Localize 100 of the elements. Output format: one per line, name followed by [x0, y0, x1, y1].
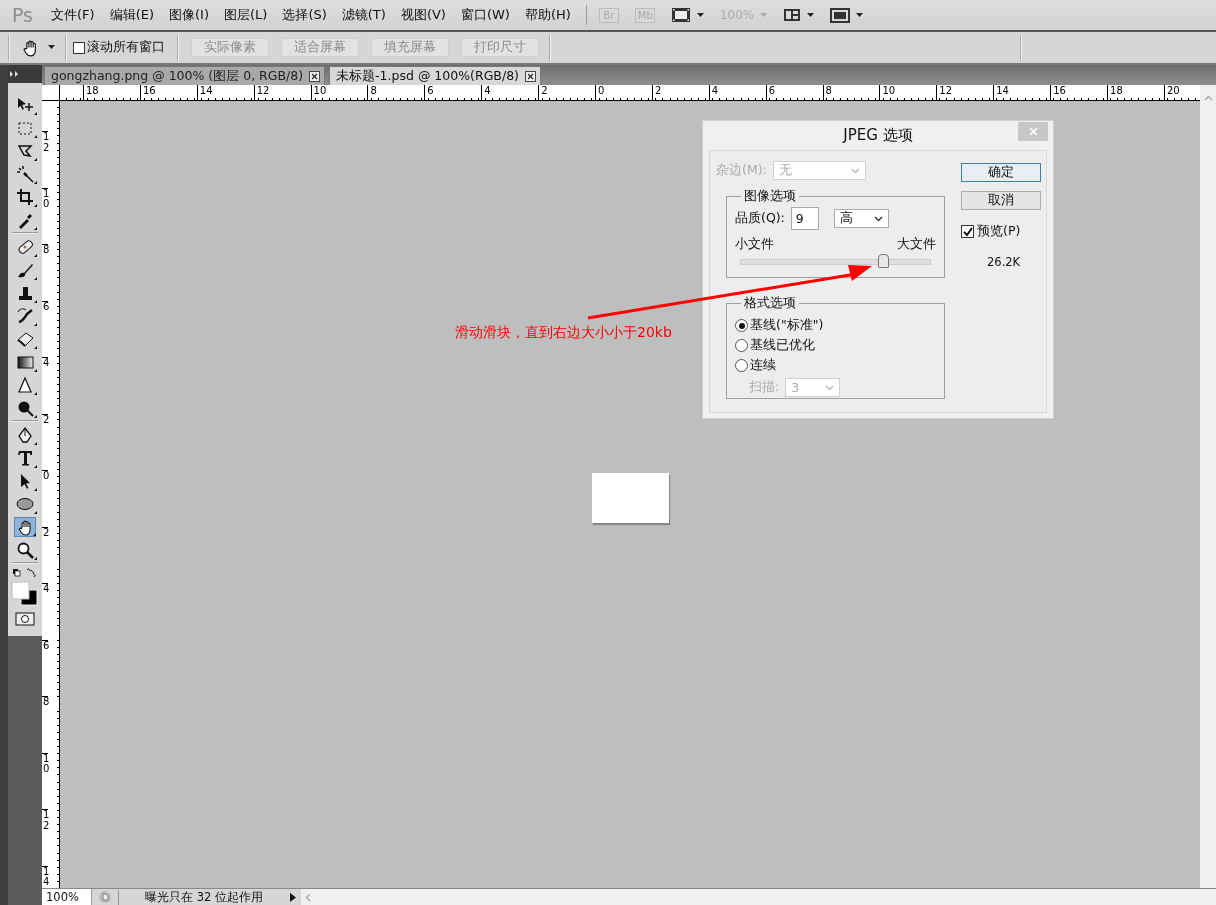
- vertical-scrollbar[interactable]: [1200, 101, 1216, 888]
- caret-icon[interactable]: [807, 12, 815, 18]
- ruler-label: 18: [1107, 85, 1164, 100]
- slider-min-label: 小文件: [735, 236, 774, 253]
- menu-item[interactable]: 帮助(H): [518, 4, 577, 26]
- field-label: 杂边(M):: [716, 162, 767, 179]
- radio-label: 连续: [750, 357, 776, 374]
- ruler-label: 18: [83, 85, 140, 100]
- check-icon: [962, 226, 973, 237]
- ruler-label: 6: [42, 300, 49, 357]
- wand-tool-icon: [16, 164, 34, 183]
- ruler-label: 4: [481, 85, 539, 100]
- file-size-text: 26.2K: [987, 255, 1022, 269]
- ruler-label: 8: [822, 85, 880, 100]
- dialog-button[interactable]: 取消: [961, 191, 1041, 210]
- ruler-label: 4: [708, 85, 766, 100]
- slider-max-label: 大文件: [897, 236, 936, 253]
- menu-item[interactable]: 窗口(W): [454, 4, 516, 26]
- ruler-label: 16: [139, 85, 197, 100]
- layout-icon[interactable]: [783, 8, 802, 22]
- ruler-label: 2: [42, 413, 49, 470]
- group-title: 格式选项: [741, 295, 799, 312]
- ruler-label: 6: [42, 639, 49, 696]
- checkbox[interactable]: [73, 41, 85, 54]
- chevron-icon: [873, 215, 883, 222]
- close-icon[interactable]: [309, 70, 321, 82]
- annotation-text: 滑动滑块，直到右边大小小于20kb: [455, 324, 672, 342]
- radio-label: 基线("标准"): [750, 317, 824, 334]
- chevron-icon: [825, 384, 835, 391]
- radio-button[interactable]: [735, 359, 748, 372]
- field-label: 扫描:: [749, 379, 780, 396]
- menu-item[interactable]: 滤镜(T): [335, 4, 392, 26]
- ruler-label: 0: [595, 85, 652, 100]
- caret-icon[interactable]: [696, 12, 704, 18]
- default-colors-icon[interactable]: [12, 568, 38, 578]
- document-tab[interactable]: gongzhang.png @ 100% (图层 0, RGB/8): [44, 66, 326, 85]
- quick-mask-icon[interactable]: [15, 612, 35, 626]
- tool-button[interactable]: [14, 163, 36, 184]
- chevron-icon: [850, 167, 860, 174]
- quality-field[interactable]: 9: [790, 207, 819, 230]
- ruler-label: 10: [310, 85, 368, 100]
- radio-button[interactable]: [735, 339, 748, 352]
- pen-tool-icon: [16, 425, 34, 444]
- ruler-label: 10: [42, 187, 49, 244]
- ruler-label: 2: [42, 526, 49, 583]
- ruler-label: 2: [651, 85, 709, 100]
- tool-button[interactable]: [14, 186, 36, 207]
- caret-icon[interactable]: [48, 45, 55, 50]
- type-tool-icon: [16, 448, 34, 467]
- dropdown[interactable]: 高: [833, 209, 889, 228]
- ruler-label: 6: [765, 85, 823, 100]
- ruler-label: 14: [196, 85, 254, 100]
- color-swatches-icon[interactable]: [11, 581, 39, 607]
- document-tab[interactable]: 未标题-1.psd @ 100%(RGB/8): [329, 66, 541, 85]
- ruler-label: 4: [42, 583, 49, 640]
- ruler-label: 12: [42, 131, 49, 188]
- move-tool-icon: [16, 95, 34, 114]
- close-icon: [1028, 127, 1038, 136]
- ruler-label: 0: [42, 470, 49, 527]
- tool-button[interactable]: [14, 516, 36, 537]
- ruler-label: 12: [936, 85, 994, 100]
- ruler-label: 12: [42, 809, 49, 866]
- status-info-text: 曝光只在 32 位起作用: [118, 889, 289, 905]
- brush-tool-icon: [16, 306, 34, 325]
- zoom-tool-icon: [16, 540, 34, 559]
- dialog-button[interactable]: 确定: [961, 163, 1041, 182]
- play-icon[interactable]: [289, 892, 297, 902]
- ruler-label: 6: [424, 85, 482, 100]
- menu-item[interactable]: 视图(V): [394, 4, 452, 26]
- ruler-label: 14: [993, 85, 1051, 100]
- slider-thumb[interactable]: [877, 254, 889, 268]
- radio-label: 基线已优化: [750, 337, 815, 354]
- caret-icon[interactable]: [856, 12, 864, 18]
- checkbox-label: 预览(P): [977, 223, 1021, 240]
- crop-tool-icon: [16, 187, 34, 206]
- menu-item[interactable]: 选择(S): [276, 4, 333, 26]
- ruler-label: 4: [42, 357, 49, 414]
- app-logo: Ps: [12, 4, 34, 26]
- menu-item[interactable]: 文件(F): [45, 4, 101, 26]
- screen-mode-icon[interactable]: [830, 7, 851, 23]
- ruler-label: 8: [42, 696, 49, 753]
- radio-button[interactable]: [735, 319, 748, 332]
- field-label: 品质(Q):: [735, 210, 785, 227]
- ruler-label: 10: [879, 85, 937, 100]
- zoom-field[interactable]: 100%: [42, 889, 92, 905]
- triangle-tool-icon: [16, 375, 34, 394]
- close-icon[interactable]: [525, 70, 536, 82]
- ruler-label: 10: [42, 752, 49, 809]
- ruler-label: 16: [1050, 85, 1108, 100]
- film-icon[interactable]: [670, 7, 691, 23]
- menu-item[interactable]: 编辑(E): [103, 4, 160, 26]
- ruler-label: 2: [538, 85, 595, 100]
- ruler-label: 12: [253, 85, 311, 100]
- menu-item[interactable]: 图像(I): [163, 4, 215, 26]
- menu-item[interactable]: 图层(L): [218, 4, 274, 26]
- ruler-label: 8: [367, 85, 425, 100]
- expand-icon[interactable]: [10, 71, 19, 77]
- checkbox[interactable]: [961, 225, 974, 238]
- dialog-title: JPEG 选项: [843, 126, 913, 145]
- checkbox-label: 滚动所有窗口: [87, 39, 165, 56]
